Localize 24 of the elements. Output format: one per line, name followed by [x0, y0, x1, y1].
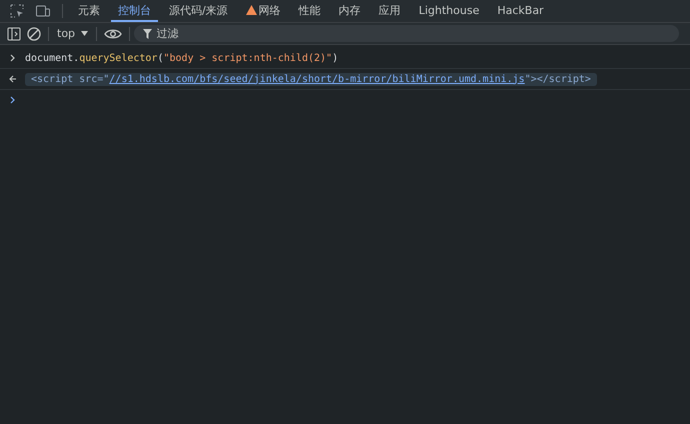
sidebar-toggle-icon[interactable] [7, 26, 21, 40]
panel-tab[interactable]: Lighthouse [412, 0, 486, 22]
panel-tab[interactable]: 性能 [292, 0, 328, 22]
clear-console-icon[interactable] [27, 26, 41, 40]
panel-tab[interactable]: 源代码/来源 [162, 0, 235, 22]
filter-field[interactable]: 过滤 [134, 25, 679, 42]
input-chevron-icon [9, 54, 17, 62]
prompt-chevron-icon[interactable] [9, 96, 17, 104]
context-dropdown[interactable]: top [53, 27, 92, 40]
panel-tab[interactable]: HackBar [490, 0, 551, 22]
caret-icon [80, 31, 88, 36]
panel-tab[interactable]: 应用 [372, 0, 408, 22]
panel-tab[interactable]: 元素 [71, 0, 107, 22]
inspect-icon[interactable] [9, 3, 25, 19]
output-arrow-icon [9, 75, 17, 83]
panel-tab[interactable]: 内存 [332, 0, 368, 22]
filter-icon [142, 29, 152, 39]
warning-icon [246, 5, 257, 15]
console-command: document.querySelector("body > script:nth-child(2)") [25, 52, 338, 64]
element-result[interactable]: <script src="//s1.hdslb.com/bfs/seed/jinkela/short/b-mirror/biliMirror.umd.mini.js"></script> [25, 72, 597, 86]
device-toolbar-icon[interactable] [35, 3, 51, 19]
script-link[interactable]: //s1.hdslb.com/bfs/seed/jinkela/short/b-mirror/biliMirror.umd.mini.js [109, 74, 525, 84]
eye-icon[interactable] [104, 28, 122, 40]
panel-tab[interactable]: 网络 [238, 0, 288, 22]
